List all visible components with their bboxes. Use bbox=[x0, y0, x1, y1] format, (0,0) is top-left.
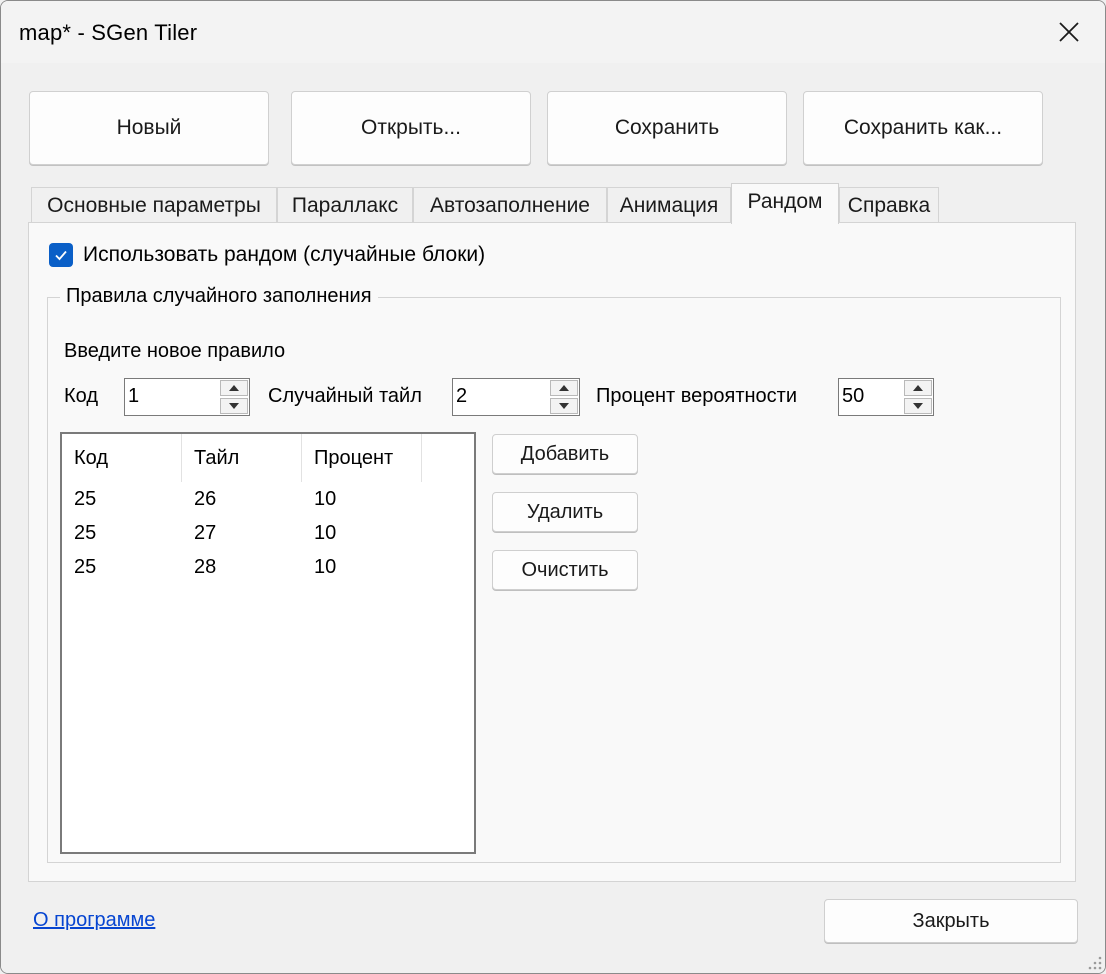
tile-down-button[interactable] bbox=[550, 398, 578, 414]
code-up-button[interactable] bbox=[220, 380, 248, 396]
tab-parallax[interactable]: Параллакс bbox=[277, 187, 413, 223]
down-arrow-icon bbox=[559, 403, 569, 409]
up-arrow-icon bbox=[559, 385, 569, 391]
down-arrow-icon bbox=[913, 403, 923, 409]
delete-rule-button[interactable]: Удалить bbox=[492, 492, 638, 532]
cell-tile: 28 bbox=[194, 555, 217, 578]
percent-up-button[interactable] bbox=[904, 380, 932, 396]
table-row[interactable]: 25 27 10 bbox=[62, 516, 474, 550]
column-header-code[interactable]: Код bbox=[62, 434, 182, 482]
tab-main-params[interactable]: Основные параметры bbox=[31, 187, 277, 223]
client-area: Новый Открыть... Сохранить Сохранить как… bbox=[1, 63, 1105, 973]
tab-help[interactable]: Справка bbox=[839, 187, 939, 223]
tile-label: Случайный тайл bbox=[268, 385, 422, 407]
window-title: map* - SGen Tiler bbox=[19, 20, 198, 45]
percent-down-button[interactable] bbox=[904, 398, 932, 414]
code-value: 1 bbox=[128, 385, 140, 407]
clear-rules-button[interactable]: Очистить bbox=[492, 550, 638, 590]
title-bar[interactable]: map* - SGen Tiler bbox=[1, 1, 1105, 63]
cell-percent: 10 bbox=[314, 555, 337, 578]
window-close-button[interactable] bbox=[1033, 1, 1105, 63]
tile-value: 2 bbox=[456, 385, 468, 407]
tab-random[interactable]: Рандом bbox=[731, 183, 839, 224]
cell-code: 25 bbox=[74, 521, 97, 544]
tab-animation[interactable]: Анимация bbox=[607, 187, 731, 223]
cell-tile: 27 bbox=[194, 521, 217, 544]
cell-percent: 10 bbox=[314, 521, 337, 544]
code-stepper[interactable]: 1 bbox=[124, 378, 250, 416]
cell-percent: 10 bbox=[314, 487, 337, 510]
use-random-label: Использовать рандом (случайные блоки) bbox=[83, 243, 486, 266]
tile-stepper[interactable]: 2 bbox=[452, 378, 580, 416]
up-arrow-icon bbox=[229, 385, 239, 391]
random-rules-group: Правила случайного заполнения Введите но… bbox=[47, 285, 1061, 863]
cell-code: 25 bbox=[74, 487, 97, 510]
tile-up-button[interactable] bbox=[550, 380, 578, 396]
random-tab-panel: Использовать рандом (случайные блоки) Пр… bbox=[28, 222, 1076, 882]
cell-tile: 26 bbox=[194, 487, 217, 510]
percent-stepper[interactable]: 50 bbox=[838, 378, 934, 416]
resize-grip-icon[interactable] bbox=[1085, 953, 1103, 971]
use-random-checkbox-row[interactable]: Использовать рандом (случайные блоки) bbox=[49, 243, 485, 267]
rules-list-header: Код Тайл Процент bbox=[62, 434, 474, 482]
up-arrow-icon bbox=[913, 385, 923, 391]
cell-code: 25 bbox=[74, 555, 97, 578]
column-header-percent[interactable]: Процент bbox=[302, 434, 422, 482]
group-title: Правила случайного заполнения bbox=[60, 285, 378, 308]
column-header-tile[interactable]: Тайл bbox=[182, 434, 302, 482]
save-button[interactable]: Сохранить bbox=[547, 91, 787, 165]
new-button[interactable]: Новый bbox=[29, 91, 269, 165]
tab-autofill[interactable]: Автозаполнение bbox=[413, 187, 607, 223]
about-link[interactable]: О программе bbox=[33, 909, 155, 932]
code-down-button[interactable] bbox=[220, 398, 248, 414]
percent-label: Процент вероятности bbox=[596, 385, 797, 407]
close-button[interactable]: Закрыть bbox=[824, 899, 1078, 943]
percent-value: 50 bbox=[842, 385, 865, 407]
table-row[interactable]: 25 28 10 bbox=[62, 550, 474, 584]
rules-list[interactable]: Код Тайл Процент 25 26 10 25 27 10 25 28… bbox=[60, 432, 476, 854]
close-icon bbox=[1059, 22, 1079, 42]
add-rule-button[interactable]: Добавить bbox=[492, 434, 638, 474]
use-random-checkbox[interactable] bbox=[49, 243, 73, 267]
table-row[interactable]: 25 26 10 bbox=[62, 482, 474, 516]
open-button[interactable]: Открыть... bbox=[291, 91, 531, 165]
down-arrow-icon bbox=[229, 403, 239, 409]
new-rule-label: Введите новое правило bbox=[64, 340, 286, 362]
code-label: Код bbox=[64, 385, 99, 407]
app-window: map* - SGen Tiler Новый Открыть... Сохра… bbox=[0, 0, 1106, 974]
save-as-button[interactable]: Сохранить как... bbox=[803, 91, 1043, 165]
check-icon bbox=[55, 250, 67, 261]
